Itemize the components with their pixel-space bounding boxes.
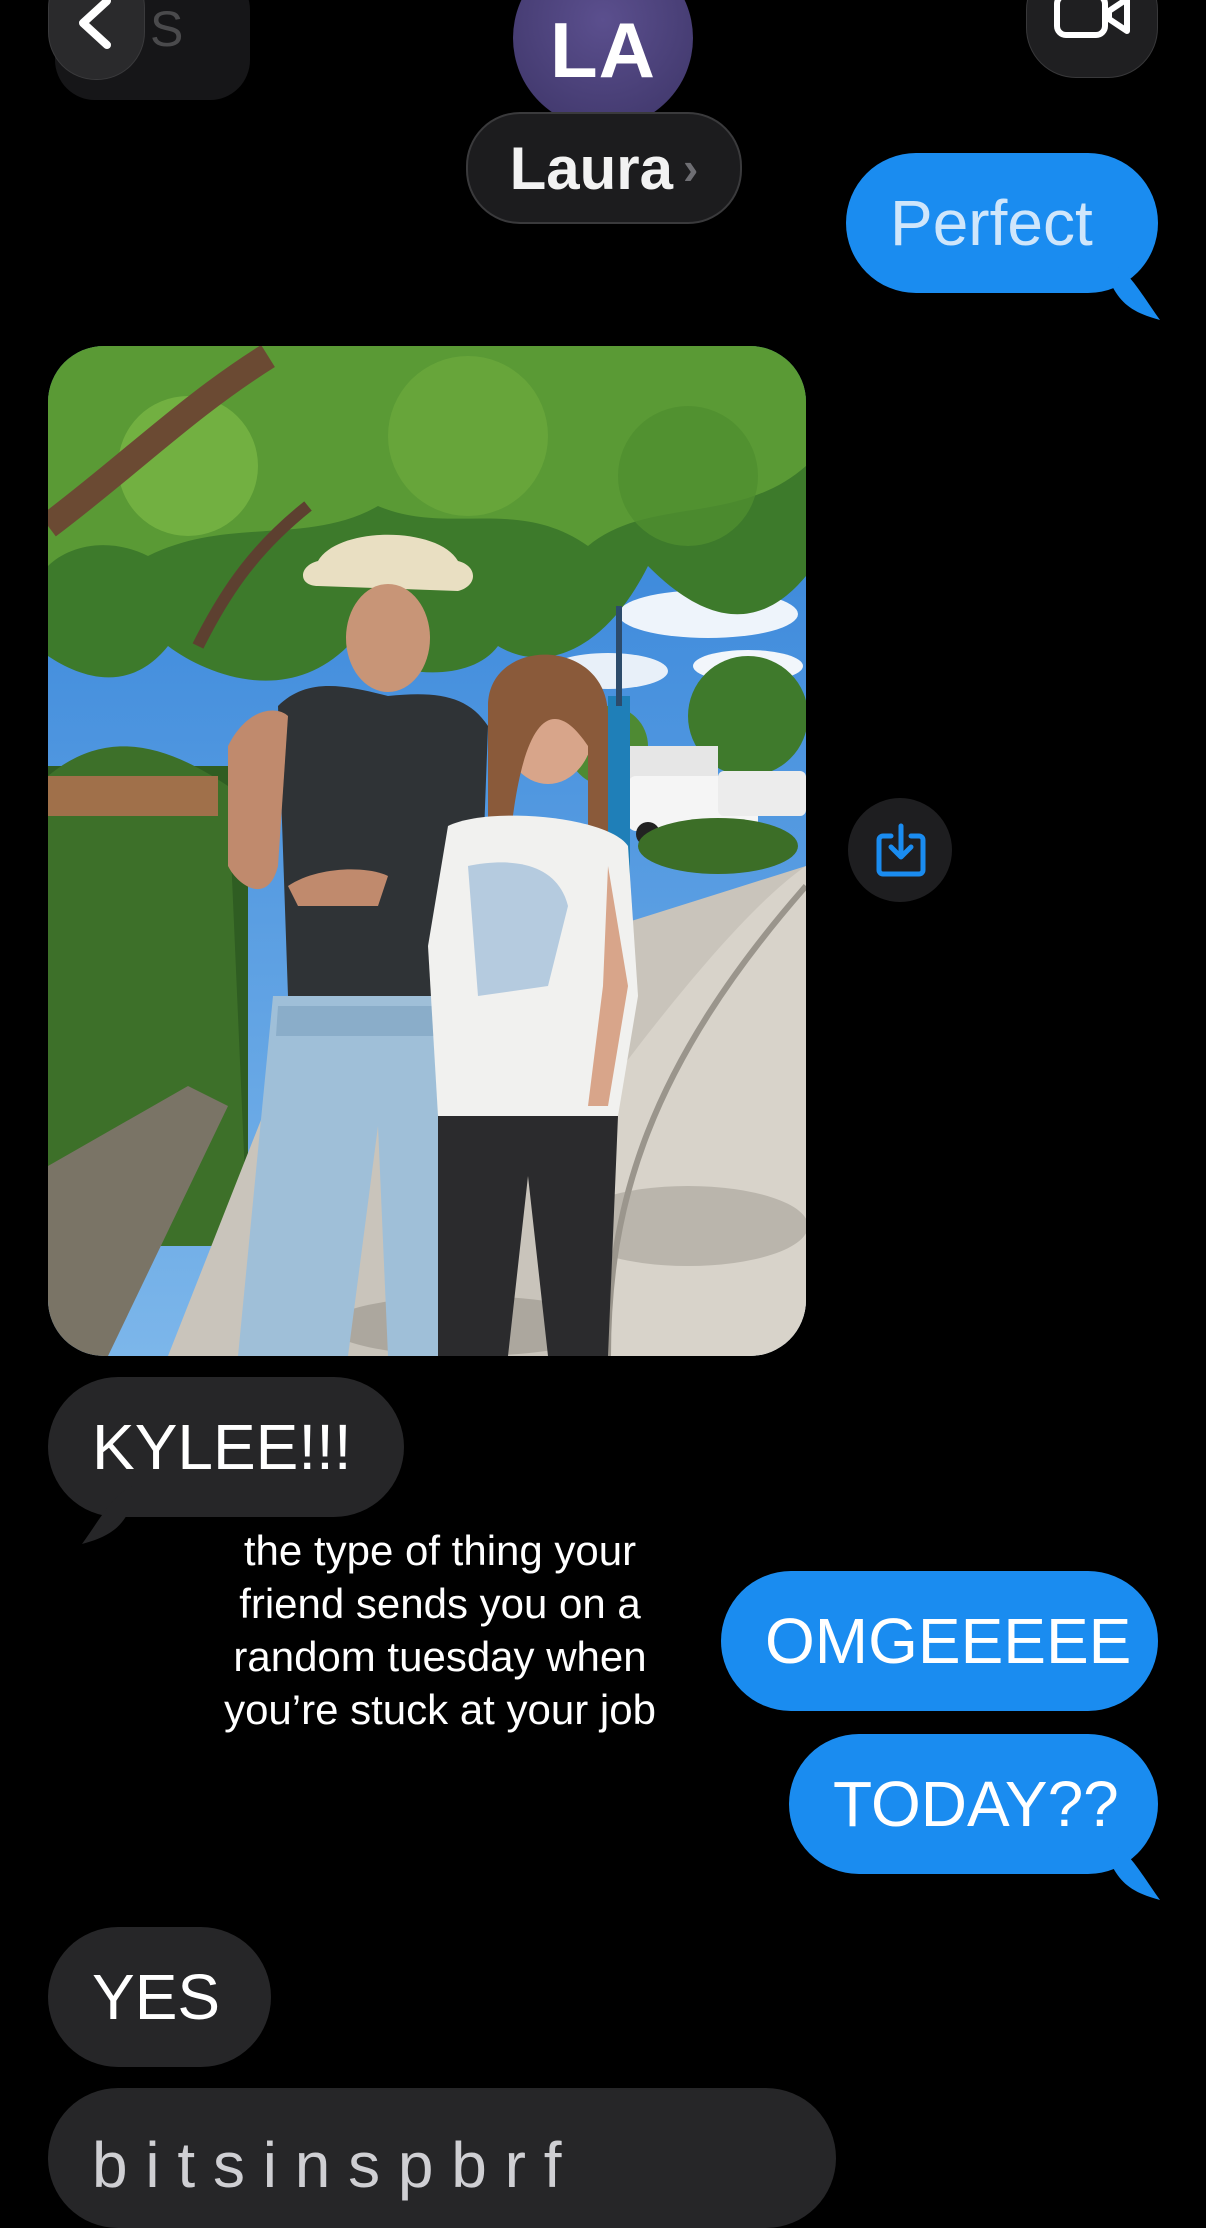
- bubble-tail: [82, 1486, 132, 1544]
- message-text: b i t s i n s p b r f: [92, 2129, 562, 2201]
- message-text: TODAY??: [833, 1768, 1119, 1840]
- message-text: YES: [92, 1961, 221, 2033]
- sent-message-bubble[interactable]: OMGEEEEE: [721, 1571, 1158, 1711]
- contact-name-button[interactable]: Laura ›: [466, 112, 742, 224]
- photo-attachment[interactable]: [48, 346, 806, 1356]
- received-message-bubble[interactable]: YES: [48, 1927, 271, 2067]
- message-text: OMGEEEEE: [765, 1605, 1132, 1677]
- ghost-text: S: [150, 1, 184, 57]
- chevron-right-icon: ›: [683, 142, 699, 194]
- message-text: Perfect: [890, 187, 1093, 259]
- contact-name: Laura: [509, 134, 674, 202]
- save-photo-button[interactable]: [848, 798, 952, 902]
- avatar-initials: LA: [550, 5, 656, 94]
- bubble-tail: [1110, 262, 1160, 320]
- sent-message-bubble[interactable]: TODAY??: [789, 1734, 1158, 1874]
- chevron-left-icon: [79, 0, 111, 49]
- video-caption-overlay: the type of thing your friend sends you …: [224, 1527, 656, 1733]
- facetime-video-button[interactable]: [1026, 0, 1158, 78]
- bubble-tail: [1110, 1842, 1160, 1900]
- download-icon: [876, 823, 926, 877]
- video-camera-icon: [1054, 0, 1130, 38]
- received-message-bubble[interactable]: b i t s i n s p b r f: [48, 2088, 836, 2228]
- contact-avatar[interactable]: LA: [513, 0, 693, 128]
- photo-image: [48, 346, 806, 1356]
- message-text: KYLEE!!!: [92, 1411, 352, 1483]
